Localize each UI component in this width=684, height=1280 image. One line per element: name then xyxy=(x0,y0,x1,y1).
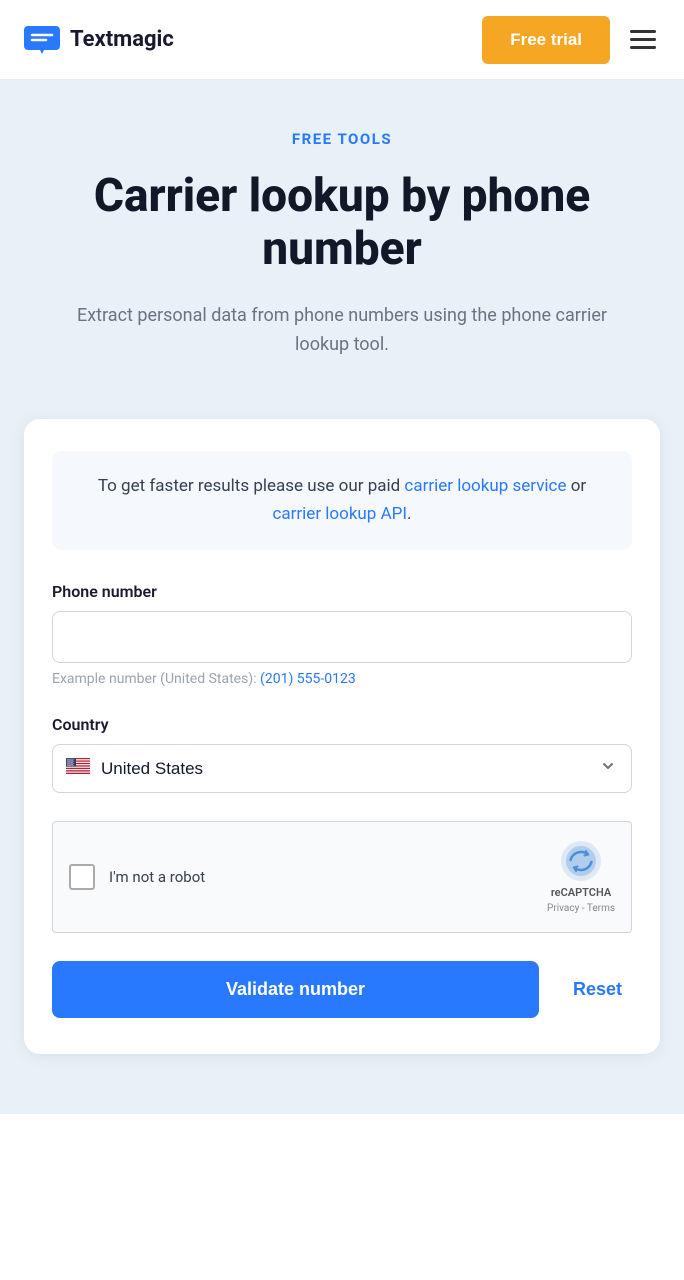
recaptcha-left: I'm not a robot xyxy=(69,864,205,890)
info-prefix: To get faster results please use our pai… xyxy=(98,476,400,496)
form-card: To get faster results please use our pai… xyxy=(24,419,660,1053)
info-suffix: . xyxy=(407,504,411,524)
info-middle: or xyxy=(566,476,586,496)
recaptcha-brand-label: reCAPTCHA xyxy=(551,886,611,899)
hero-section: FREE TOOLS Carrier lookup by phone numbe… xyxy=(0,80,684,419)
example-number-link[interactable]: (201) 555-0123 xyxy=(260,671,356,687)
recaptcha-terms-link[interactable]: Terms xyxy=(587,903,615,914)
navbar: Textmagic Free trial xyxy=(0,0,684,80)
logo-area: Textmagic xyxy=(24,26,174,54)
hero-subtitle: Extract personal data from phone numbers… xyxy=(62,302,622,360)
country-select-wrapper: United States United Kingdom Canada Aust… xyxy=(52,744,632,793)
logo-text: Textmagic xyxy=(70,27,174,52)
example-number-hint: Example number (United States): (201) 55… xyxy=(52,671,632,687)
recaptcha-box: I'm not a robot reCAPTCHA Privacy - Term… xyxy=(52,821,632,933)
nav-right: Free trial xyxy=(482,16,660,64)
hamburger-line-3 xyxy=(630,46,656,49)
hamburger-line-1 xyxy=(630,30,656,33)
carrier-lookup-api-link[interactable]: carrier lookup API xyxy=(273,504,408,524)
country-select[interactable]: United States United Kingdom Canada Aust… xyxy=(52,744,632,793)
hamburger-line-2 xyxy=(630,38,656,41)
recaptcha-right: reCAPTCHA Privacy - Terms xyxy=(547,840,615,914)
carrier-lookup-service-link[interactable]: carrier lookup service xyxy=(404,476,566,496)
free-tools-label: FREE TOOLS xyxy=(30,130,654,148)
recaptcha-links: Privacy - Terms xyxy=(547,903,615,914)
validate-number-button[interactable]: Validate number xyxy=(52,961,539,1018)
page-title: Carrier lookup by phone number xyxy=(30,170,654,276)
recaptcha-privacy-link[interactable]: Privacy xyxy=(547,903,579,914)
reset-button[interactable]: Reset xyxy=(563,961,632,1018)
phone-input[interactable] xyxy=(52,611,632,663)
main-card-section: To get faster results please use our pai… xyxy=(0,419,684,1113)
recaptcha-label: I'm not a robot xyxy=(109,868,205,886)
phone-label: Phone number xyxy=(52,582,632,601)
free-trial-button[interactable]: Free trial xyxy=(482,16,610,64)
form-buttons-row: Validate number Reset xyxy=(52,961,632,1018)
hamburger-menu-icon[interactable] xyxy=(626,26,660,53)
recaptcha-logo-icon xyxy=(560,840,602,882)
country-label: Country xyxy=(52,715,632,734)
textmagic-logo-icon xyxy=(24,26,60,54)
example-prefix: Example number (United States): xyxy=(52,671,260,687)
info-box: To get faster results please use our pai… xyxy=(52,451,632,549)
recaptcha-checkbox[interactable] xyxy=(69,864,95,890)
